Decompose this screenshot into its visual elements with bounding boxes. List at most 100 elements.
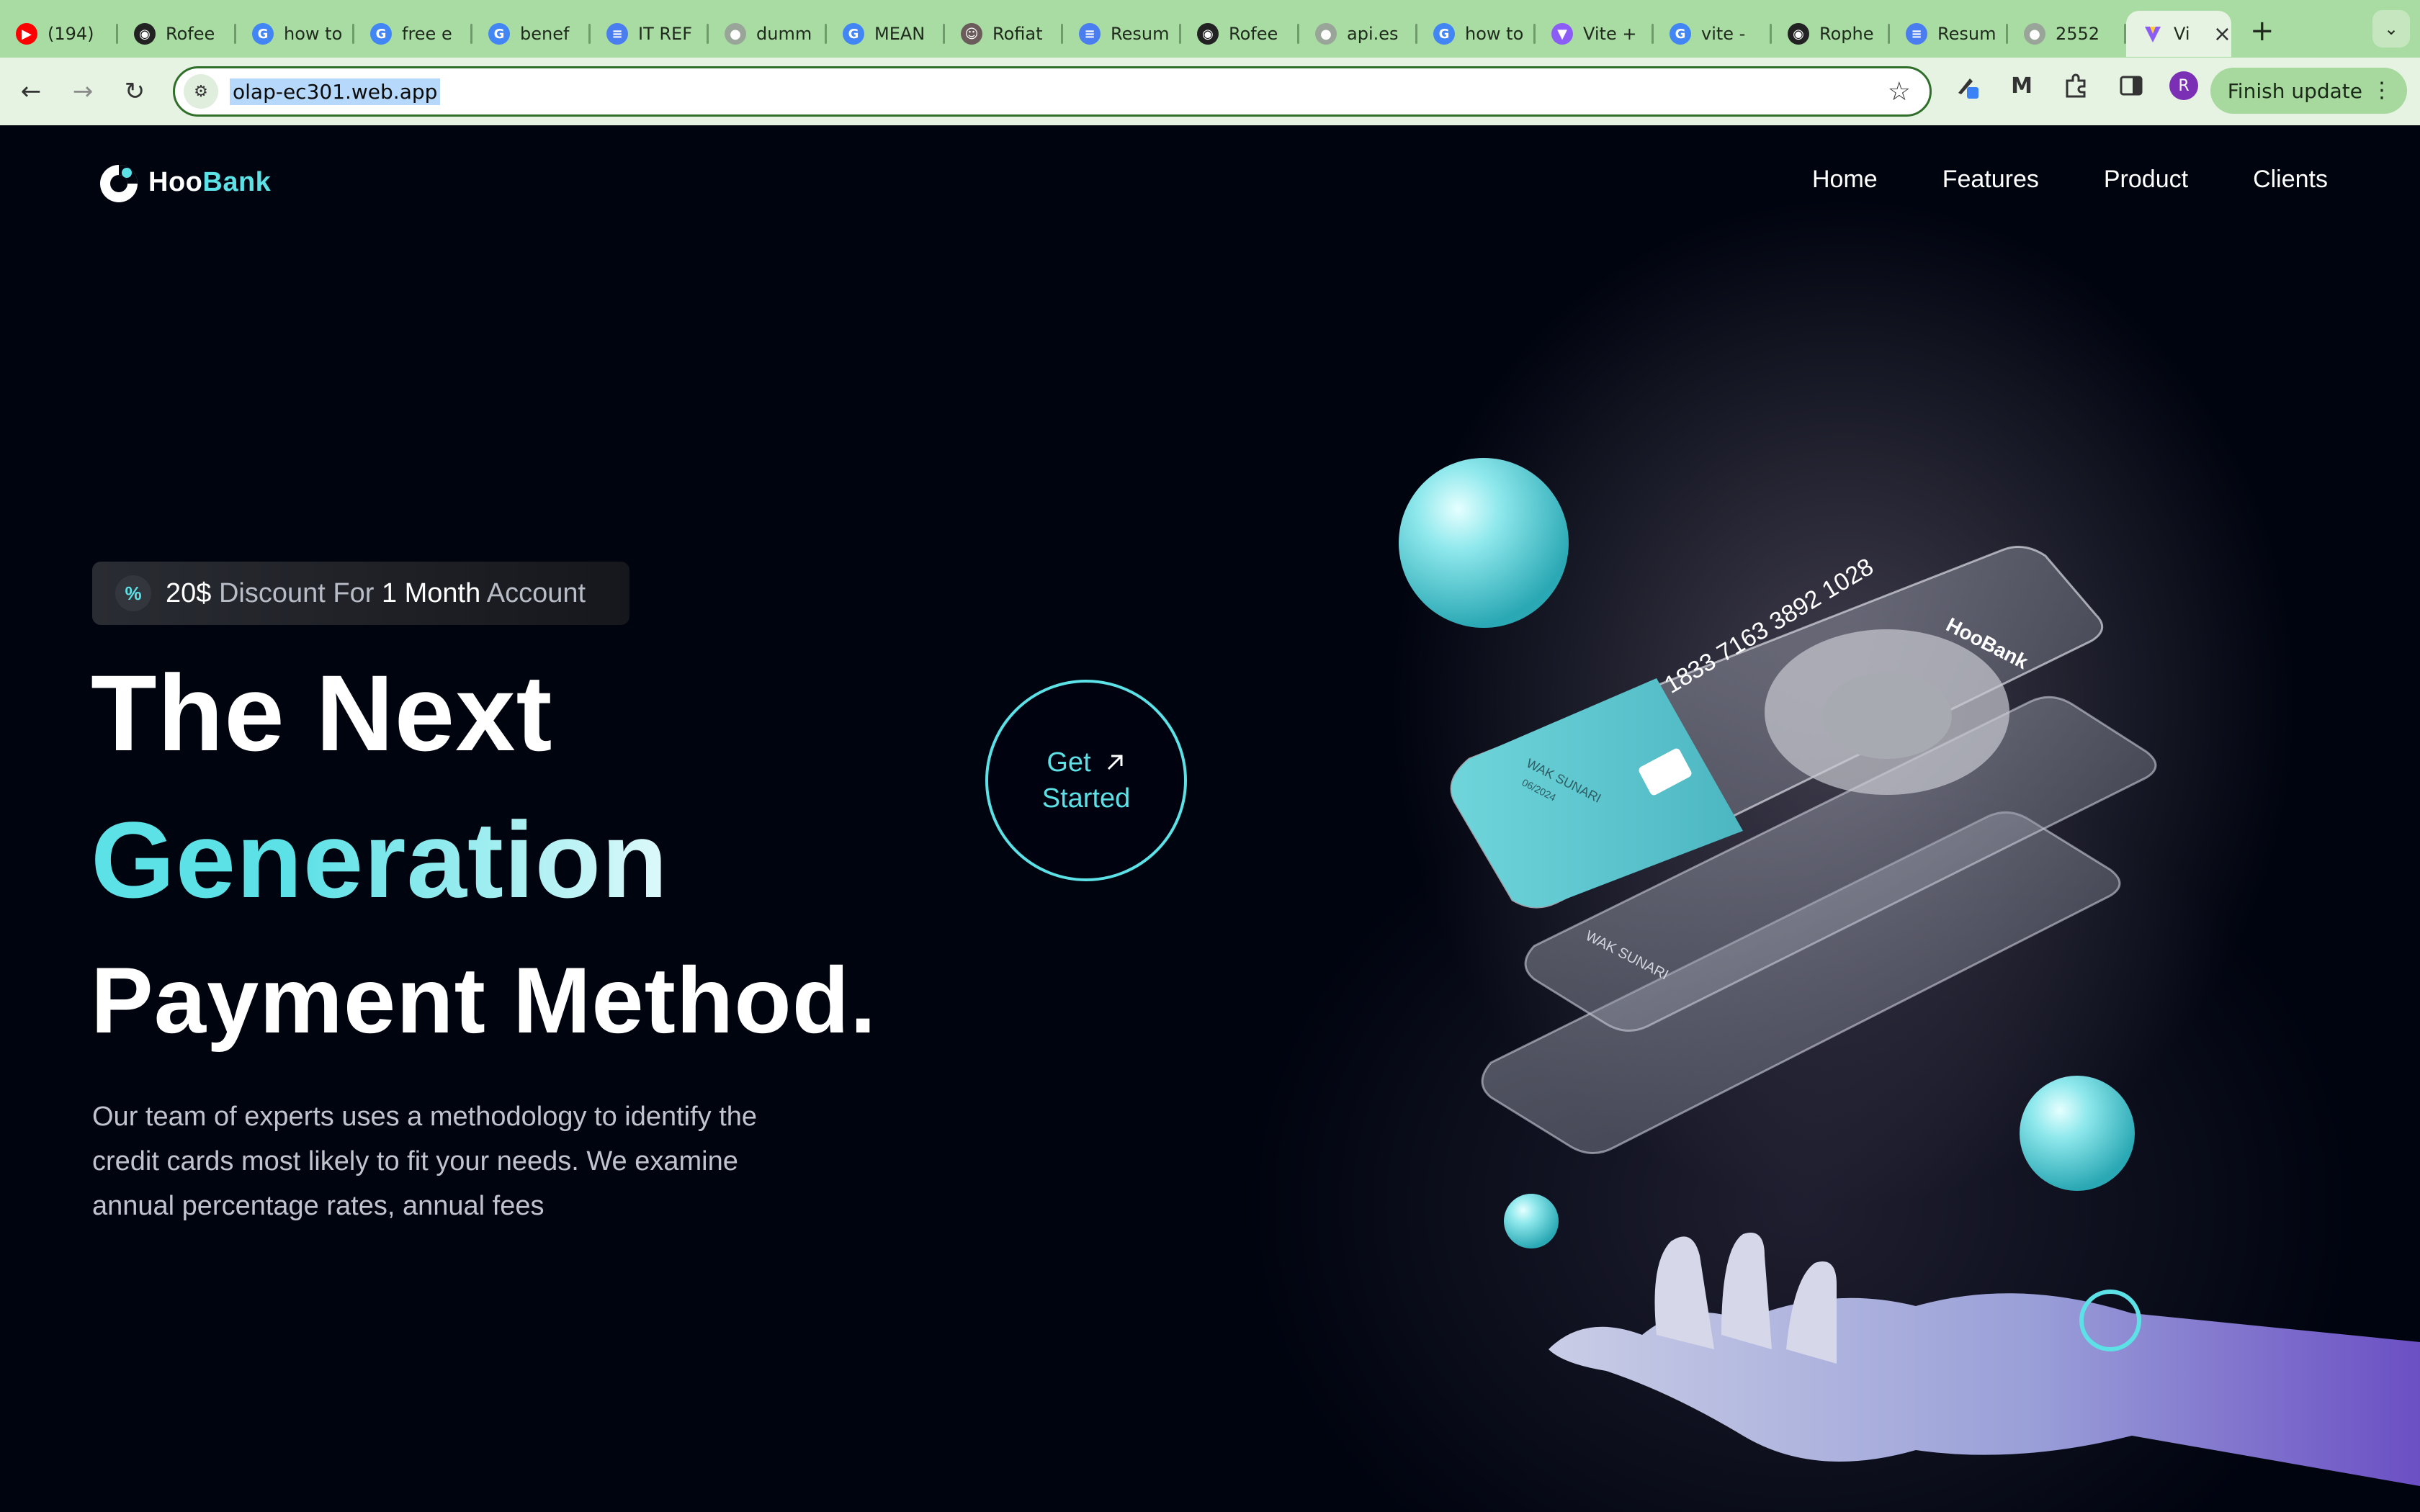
tab-list: ▶ (194) ◉ Rofee Ghow to Gfree e Gbenef ≡ IT REF ●… bbox=[0, 0, 2126, 58]
tab-title: 2552 bbox=[2056, 24, 2100, 44]
new-tab-icon[interactable]: + bbox=[2250, 14, 2275, 48]
address-bar[interactable]: ⚙ olap-ec301.web.app ☆ bbox=[173, 66, 1932, 117]
hero-illustration: WAK SUNARI 1833 7163 3892 1028 HooBank W… bbox=[1399, 458, 2420, 1486]
github-icon: ◉ bbox=[1197, 23, 1219, 45]
tab-title: how to bbox=[284, 24, 341, 44]
browser-tab[interactable]: Gvite - bbox=[1654, 11, 1772, 57]
globe-icon: ● bbox=[725, 23, 746, 45]
close-tab-icon[interactable]: × bbox=[2213, 22, 2231, 47]
tab-title: (194) bbox=[48, 24, 94, 44]
browser-tab[interactable]: ▼ Vite + bbox=[1536, 11, 1654, 57]
arrow-up-right-icon bbox=[1107, 755, 1123, 770]
profile-avatar[interactable]: R bbox=[2169, 71, 2198, 100]
finish-update-button[interactable]: Finish update ⋮ bbox=[2210, 68, 2407, 114]
discount-badge: % 20$ Discount For 1 Month Account bbox=[92, 562, 629, 625]
nav-home[interactable]: Home bbox=[1812, 166, 1878, 194]
get-started-button[interactable]: Get Started bbox=[985, 680, 1187, 881]
globe-icon: ● bbox=[2024, 23, 2045, 45]
robot-finger-3 bbox=[1786, 1261, 1837, 1364]
back-arrow-icon[interactable]: ← bbox=[10, 71, 52, 112]
tab-title: Rofiat bbox=[992, 24, 1043, 44]
main-nav: Home Features Product Clients bbox=[1812, 166, 2328, 194]
robot-finger-2 bbox=[1721, 1233, 1772, 1349]
nav-clients[interactable]: Clients bbox=[2253, 166, 2328, 194]
browser-tab[interactable]: ≡ Resum bbox=[1063, 11, 1181, 57]
tab-title: Resum bbox=[1111, 24, 1168, 44]
profile-icon: ☺ bbox=[961, 23, 982, 45]
google-icon: G bbox=[370, 23, 392, 45]
nav-features[interactable]: Features bbox=[1942, 166, 2039, 194]
browser-tab[interactable]: ≡ IT REF bbox=[591, 11, 709, 57]
browser-tab[interactable]: ≡ Resum bbox=[1890, 11, 2008, 57]
browser-toolbar: ← → ↻ ⚙ olap-ec301.web.app ☆ M R Finish … bbox=[0, 58, 2420, 125]
browser-tab[interactable]: ● dumm bbox=[709, 11, 827, 57]
tab-title: free e bbox=[402, 24, 452, 44]
tab-search-chevron-icon[interactable]: ⌄ bbox=[2372, 10, 2410, 48]
github-icon: ◉ bbox=[134, 23, 156, 45]
tab-title: benef bbox=[520, 24, 570, 44]
robot-finger-1 bbox=[1654, 1236, 1714, 1349]
docs-icon: ≡ bbox=[1079, 23, 1101, 45]
tab-title: api.es bbox=[1347, 24, 1399, 44]
browser-tab[interactable]: Gbenef bbox=[472, 11, 591, 57]
url-text[interactable]: olap-ec301.web.app bbox=[230, 78, 441, 105]
browser-tab[interactable]: Ghow to bbox=[1417, 11, 1536, 57]
browser-tab[interactable]: ● 2552 bbox=[2008, 11, 2126, 57]
extension-pen-icon[interactable] bbox=[1950, 69, 1984, 102]
logo-text: HooBank bbox=[148, 166, 272, 197]
finish-update-label: Finish update bbox=[2227, 78, 2362, 103]
extensions-puzzle-icon[interactable] bbox=[2060, 69, 2093, 102]
globe-icon: ● bbox=[1315, 23, 1337, 45]
sphere-small bbox=[1504, 1194, 1559, 1248]
headline-line-2: Generation bbox=[91, 798, 668, 922]
tab-title: IT REF bbox=[638, 24, 693, 44]
tab-title: MEAN bbox=[874, 24, 926, 44]
tab-title: how to bbox=[1465, 24, 1523, 44]
sphere-medium bbox=[2020, 1076, 2135, 1191]
google-icon: G bbox=[1670, 23, 1691, 45]
nav-product[interactable]: Product bbox=[2104, 166, 2188, 194]
toolbar-extensions: M R bbox=[1950, 69, 2198, 102]
reload-icon[interactable]: ↻ bbox=[114, 71, 156, 112]
discount-text: 20$ Discount For 1 Month Account bbox=[166, 577, 586, 608]
kebab-menu-icon[interactable]: ⋮ bbox=[2371, 78, 2393, 103]
tab-title: dumm bbox=[756, 24, 812, 44]
browser-tab[interactable]: ◉ Rophe bbox=[1772, 11, 1890, 57]
browser-tab[interactable]: Ghow to bbox=[236, 11, 354, 57]
google-icon: G bbox=[843, 23, 864, 45]
headline-line-3: Payment Method. bbox=[91, 948, 877, 1053]
youtube-icon: ▶ bbox=[16, 23, 37, 45]
browser-tab[interactable]: ◉ Rofee bbox=[118, 11, 236, 57]
vite-icon: ▼ bbox=[1551, 23, 1573, 45]
vite-icon bbox=[2142, 23, 2164, 45]
bookmark-star-icon[interactable]: ☆ bbox=[1888, 77, 1911, 107]
card-chip-disk-inner bbox=[1822, 672, 1952, 759]
browser-tab[interactable]: ▶ (194) bbox=[0, 11, 118, 57]
browser-tab[interactable]: G MEAN bbox=[827, 11, 945, 57]
sphere-large bbox=[1399, 458, 1569, 628]
google-icon: G bbox=[1433, 23, 1455, 45]
github-icon: ◉ bbox=[1788, 23, 1809, 45]
browser-tab[interactable]: Gfree e bbox=[354, 11, 472, 57]
site-settings-icon[interactable]: ⚙ bbox=[184, 74, 218, 109]
side-panel-icon[interactable] bbox=[2115, 69, 2148, 102]
docs-icon: ≡ bbox=[606, 23, 628, 45]
google-icon: G bbox=[252, 23, 274, 45]
hoobank-logo[interactable]: HooBank bbox=[95, 158, 271, 206]
hero-description: Our team of experts uses a methodology t… bbox=[92, 1102, 758, 1221]
google-icon: G bbox=[488, 23, 510, 45]
forward-arrow-icon[interactable]: → bbox=[62, 71, 104, 112]
browser-tab[interactable]: ◉ Rofee bbox=[1181, 11, 1299, 57]
active-tab[interactable]: Vi × bbox=[2126, 11, 2231, 57]
headline-line-1: The Next bbox=[91, 652, 553, 773]
browser-tab[interactable]: ☺ Rofiat bbox=[945, 11, 1063, 57]
active-tab-title: Vi bbox=[2174, 24, 2190, 44]
extension-m-icon[interactable]: M bbox=[2005, 69, 2038, 102]
tab-title: Rofee bbox=[166, 24, 215, 44]
web-page: HooBank Home Features Product Clients % … bbox=[0, 125, 2420, 1512]
tab-title: Rophe bbox=[1819, 24, 1874, 44]
discount-percent-icon: % bbox=[115, 575, 151, 611]
cta-line-1: Get bbox=[1047, 747, 1091, 778]
tab-title: Rofee bbox=[1229, 24, 1278, 44]
browser-tab[interactable]: ● api.es bbox=[1299, 11, 1417, 57]
